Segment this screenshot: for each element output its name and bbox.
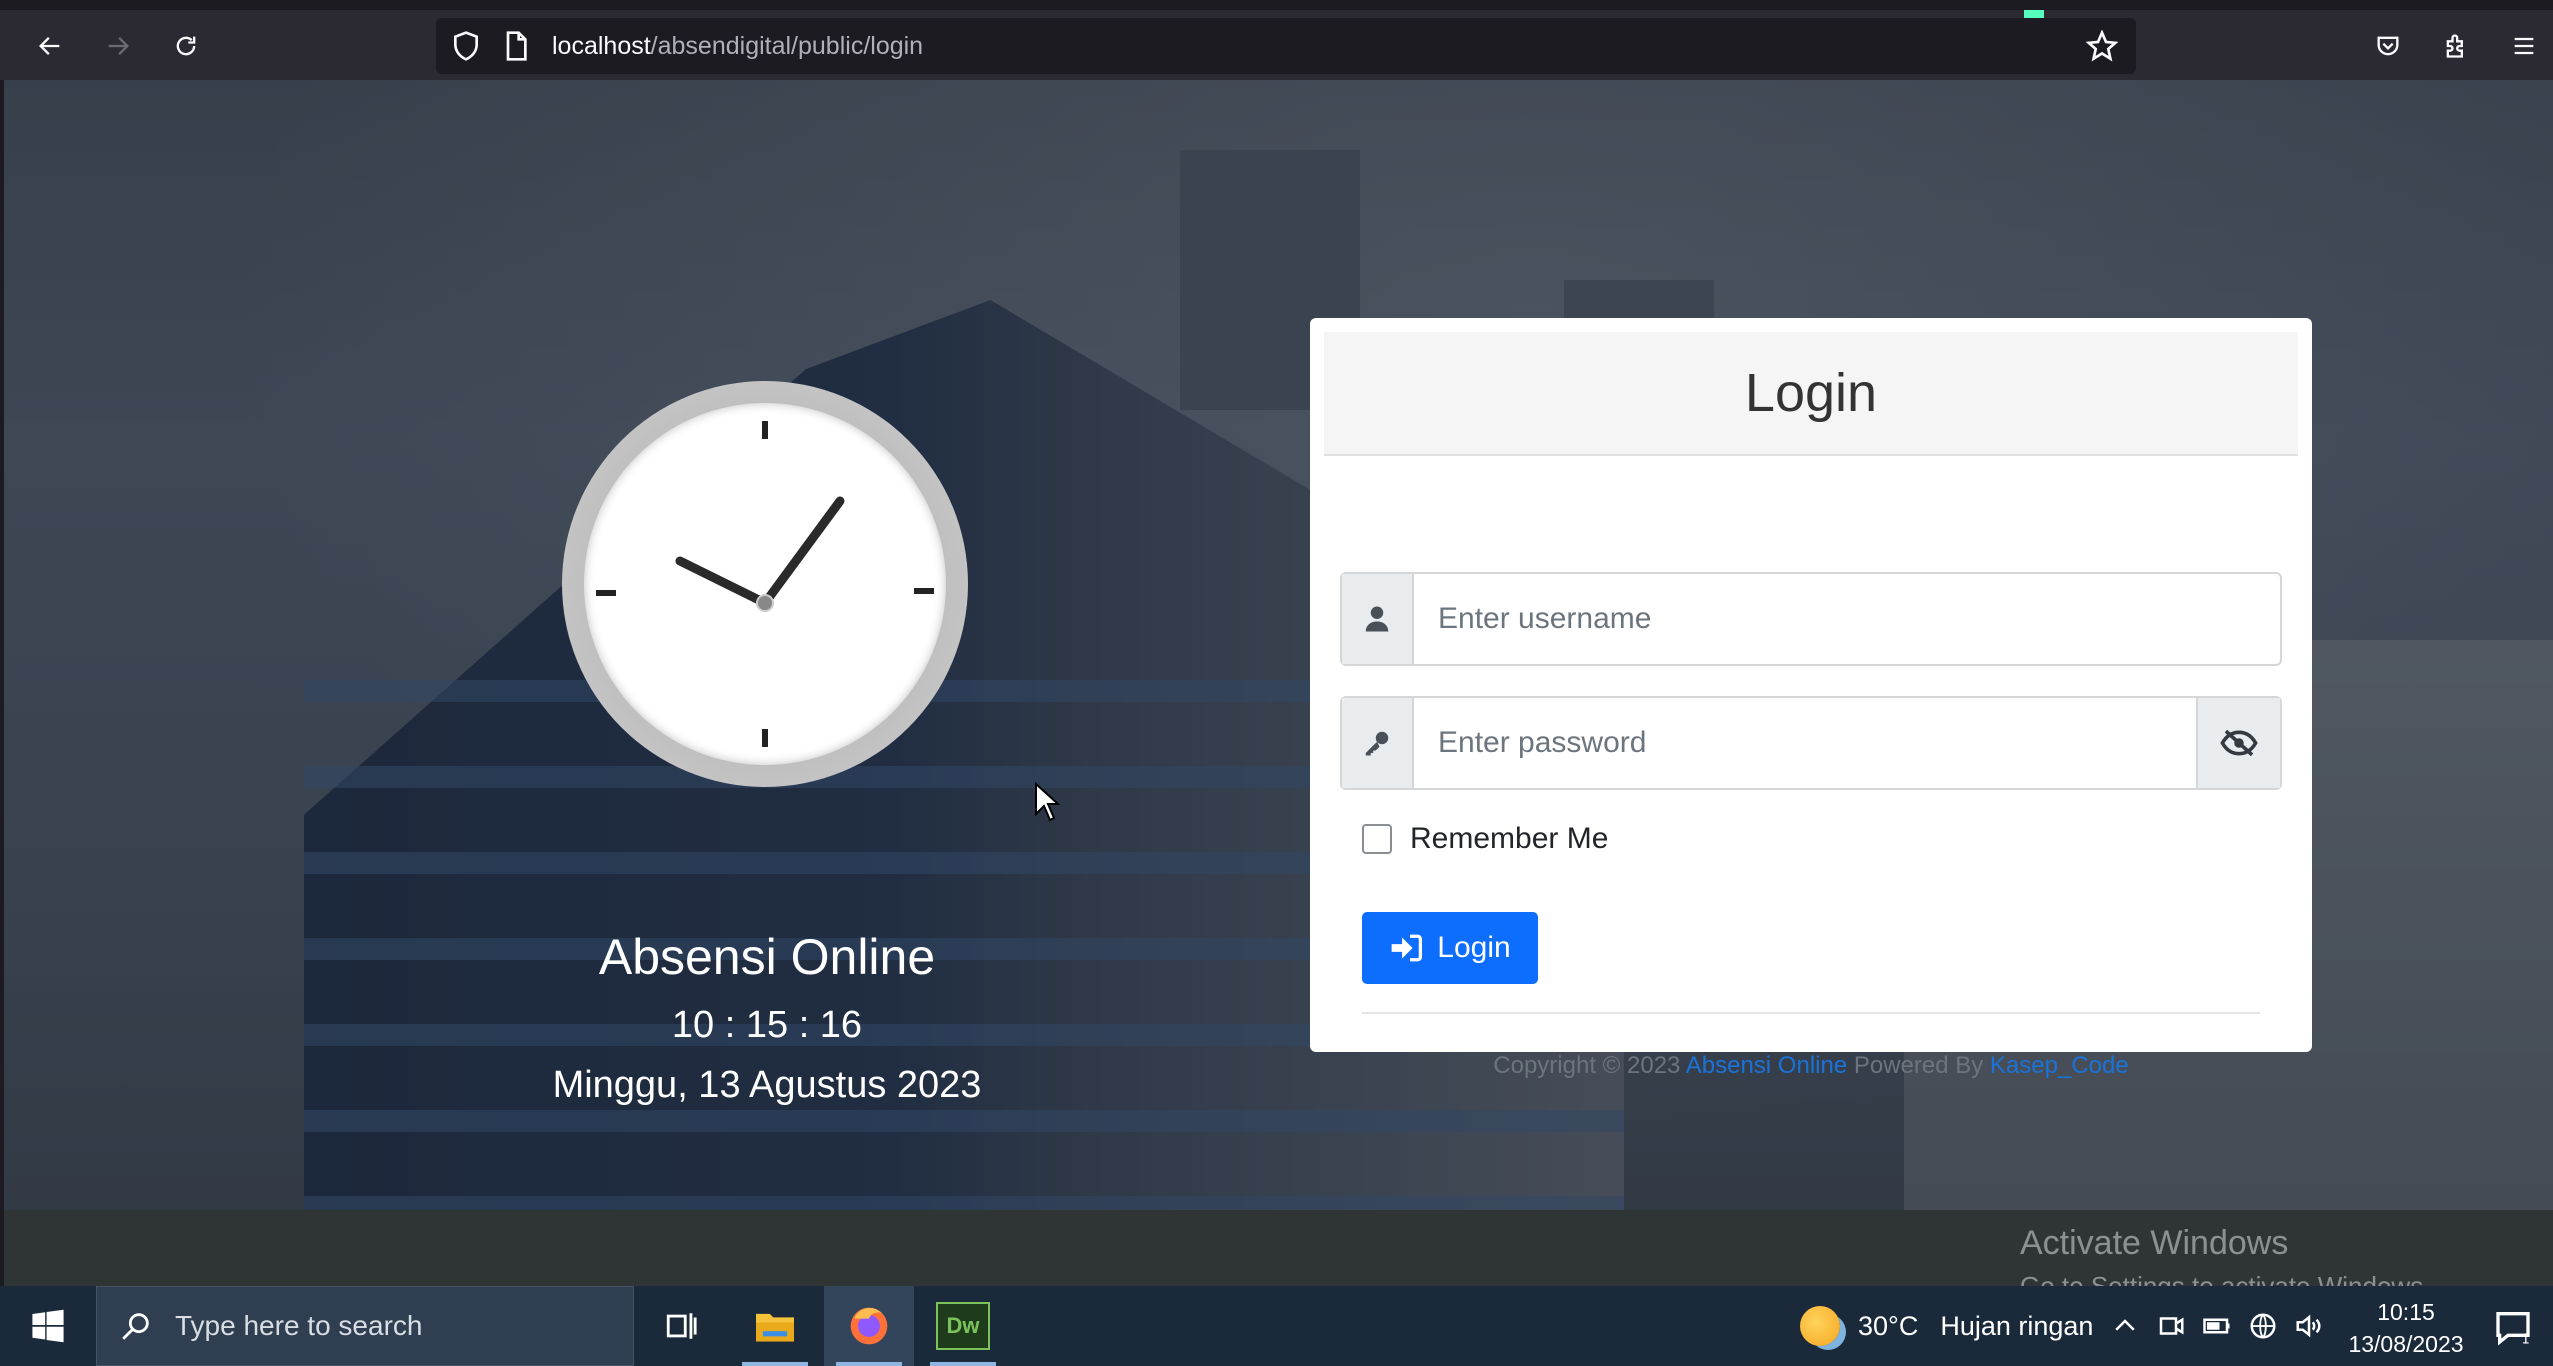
login-card-header: Login <box>1324 332 2298 456</box>
username-group <box>1340 572 2282 666</box>
analog-clock <box>562 381 968 787</box>
forward-button[interactable] <box>96 24 140 68</box>
hamburger-icon <box>2514 37 2534 55</box>
task-view-button[interactable] <box>636 1286 726 1366</box>
dreamweaver-button[interactable]: Dw <box>918 1286 1008 1366</box>
eye-slash-icon <box>2220 729 2258 757</box>
pocket-icon <box>2377 36 2399 56</box>
url-bar[interactable]: localhost/absendigital/public/login <box>436 18 2136 74</box>
url-path: /absendigital/public/login <box>650 32 924 60</box>
login-button-label: Login <box>1437 931 1511 964</box>
powered-by-text: Powered By <box>1847 1052 1990 1079</box>
mouse-cursor-icon <box>1035 782 1060 822</box>
author-link[interactable]: Kasep_Code <box>1990 1052 2129 1079</box>
notification-icon: 1 <box>2496 1312 2530 1347</box>
remember-me-checkbox[interactable] <box>1362 824 1392 854</box>
volume-icon[interactable] <box>2294 1311 2324 1341</box>
url-host: localhost <box>552 32 651 60</box>
pocket-button[interactable] <box>2366 24 2410 68</box>
taskbar-date: 13/08/2023 <box>2348 1331 2464 1357</box>
login-card: Login Remember Me Login Copyrigh <box>1310 318 2312 1079</box>
watermark-title: Activate Windows <box>2020 1224 2289 1262</box>
notification-count: 1 <box>2521 1333 2529 1347</box>
active-indicator <box>836 1362 902 1366</box>
task-view-icon <box>666 1313 697 1339</box>
copyright-footer: Copyright © 2023 Absensi Online Powered … <box>1310 1052 2312 1080</box>
windows-logo-icon <box>32 1309 64 1343</box>
taskbar-search[interactable]: Type here to search <box>96 1286 634 1366</box>
firefox-button[interactable] <box>824 1286 914 1366</box>
network-globe-icon[interactable] <box>2248 1311 2278 1341</box>
firefox-icon <box>850 1307 888 1345</box>
browser-toolbar: localhost/absendigital/public/login <box>0 0 2553 80</box>
key-icon <box>1365 731 1389 756</box>
activate-windows-watermark: Activate Windows Go to Settings to activ… <box>2020 1224 2430 1286</box>
user-icon <box>1365 606 1389 632</box>
page-icon[interactable] <box>500 30 532 62</box>
user-addon <box>1342 574 1414 664</box>
puzzle-icon <box>2446 34 2463 58</box>
digital-time: 10 : 15 : 16 <box>671 1004 863 1046</box>
toggle-password-button[interactable] <box>2196 698 2280 788</box>
remember-me-label[interactable]: Remember Me <box>1410 822 1608 856</box>
menu-button[interactable] <box>2502 24 2546 68</box>
system-tray <box>2110 1286 2324 1366</box>
weather-temperature: 30°C <box>1858 1310 1919 1341</box>
active-indicator <box>930 1362 996 1366</box>
start-button[interactable] <box>0 1286 96 1366</box>
clock-hands-icon <box>596 421 934 747</box>
app-link[interactable]: Absensi Online <box>1686 1052 1847 1079</box>
file-explorer-button[interactable] <box>730 1286 820 1366</box>
weather-condition: Hujan ringan <box>1940 1310 2094 1341</box>
password-input[interactable] <box>1416 698 2192 788</box>
search-icon <box>122 1313 149 1340</box>
password-group <box>1340 696 2282 790</box>
dreamweaver-icon: Dw <box>936 1302 990 1350</box>
login-title: Login <box>1744 363 1878 423</box>
current-date: Minggu, 13 Agustus 2023 <box>552 1064 982 1106</box>
reload-icon <box>176 36 196 56</box>
taskbar-clock[interactable]: 10:15 13/08/2023 <box>2336 1296 2476 1360</box>
windows-taskbar: Type here to search Dw 30°C Hujan ringan… <box>0 1286 2553 1366</box>
extensions-button[interactable] <box>2434 24 2478 68</box>
weather-widget[interactable]: 30°C Hujan ringan <box>1800 1286 2093 1366</box>
login-button[interactable]: Login <box>1362 912 1538 984</box>
notification-center-button[interactable]: 1 <box>2488 1302 2538 1352</box>
shield-icon[interactable] <box>450 30 482 62</box>
sign-in-icon <box>1391 934 1423 962</box>
search-placeholder: Type here to search <box>175 1310 423 1341</box>
weather-icon <box>1800 1306 1840 1346</box>
copyright-prefix: Copyright © 2023 <box>1493 1052 1686 1079</box>
active-indicator <box>742 1362 808 1366</box>
watermark-subtitle: Go to Settings to activate Windows. <box>2020 1271 2431 1286</box>
key-addon <box>1342 698 1414 788</box>
battery-icon[interactable] <box>2202 1311 2232 1341</box>
taskbar-time: 10:15 <box>2377 1299 2435 1325</box>
url-text[interactable]: localhost/absendigital/public/login <box>552 32 923 61</box>
remember-me: Remember Me <box>1362 822 1608 856</box>
arrow-left-icon <box>39 37 60 55</box>
bookmark-star-icon[interactable] <box>2086 30 2118 62</box>
card-divider <box>1362 1012 2260 1014</box>
app-title: Absensi Online <box>598 929 936 985</box>
meet-now-icon[interactable] <box>2156 1311 2186 1341</box>
chevron-up-icon[interactable] <box>2110 1311 2140 1341</box>
folder-icon <box>756 1313 794 1342</box>
username-input[interactable] <box>1416 574 2278 664</box>
login-page: Absensi Online 10 : 15 : 16 Minggu, 13 A… <box>4 80 2553 1286</box>
arrow-right-icon <box>108 37 129 55</box>
back-button[interactable] <box>28 24 72 68</box>
reload-button[interactable] <box>164 24 208 68</box>
